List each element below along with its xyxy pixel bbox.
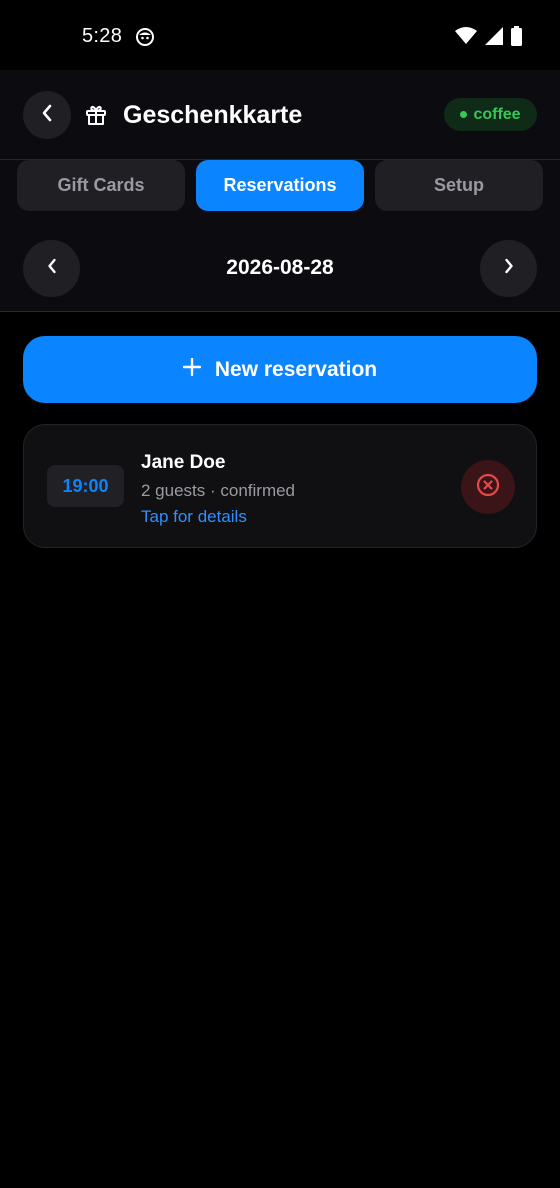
next-day-button[interactable] <box>480 240 537 297</box>
chevron-left-icon <box>40 104 54 127</box>
cancel-circle-icon <box>475 472 501 503</box>
back-button[interactable] <box>23 91 71 139</box>
tab-bar: Gift Cards Reservations Setup <box>0 160 560 222</box>
status-bar: 5:28 <box>0 0 560 70</box>
cellular-signal-icon <box>485 27 503 50</box>
status-icons <box>455 26 522 51</box>
reservation-details-link[interactable]: Tap for details <box>141 507 247 527</box>
status-time: 5:28 <box>82 25 123 47</box>
tab-reservations[interactable]: Reservations <box>196 160 364 211</box>
app-header: Geschenkkarte coffee <box>0 70 560 160</box>
plus-icon <box>182 357 202 381</box>
chevron-right-icon <box>503 257 515 280</box>
page-title: Geschenkkarte <box>123 101 303 129</box>
reservation-meta: 2 guests · confirmed <box>141 481 296 500</box>
new-reservation-label: New reservation <box>214 357 378 381</box>
status-badge-label: coffee <box>473 105 521 123</box>
battery-icon <box>511 26 522 51</box>
gift-icon <box>84 103 108 127</box>
tab-setup[interactable]: Setup <box>375 160 543 211</box>
status-badge: coffee <box>444 98 537 131</box>
date-navigator: 2026-08-28 <box>0 222 560 312</box>
app-notification-icon <box>135 27 155 47</box>
reservation-time: 19:00 <box>47 465 124 507</box>
wifi-icon <box>455 27 477 50</box>
reservation-guest-name: Jane Doe <box>141 452 226 473</box>
reservation-card[interactable]: 19:00 Jane Doe 2 guests · confirmed Tap … <box>23 424 537 548</box>
new-reservation-button[interactable]: New reservation <box>23 336 537 403</box>
current-date: 2026-08-28 <box>226 256 334 279</box>
status-dot-icon <box>460 111 468 118</box>
tab-gift-cards[interactable]: Gift Cards <box>17 160 185 211</box>
cancel-reservation-button[interactable] <box>461 460 515 514</box>
